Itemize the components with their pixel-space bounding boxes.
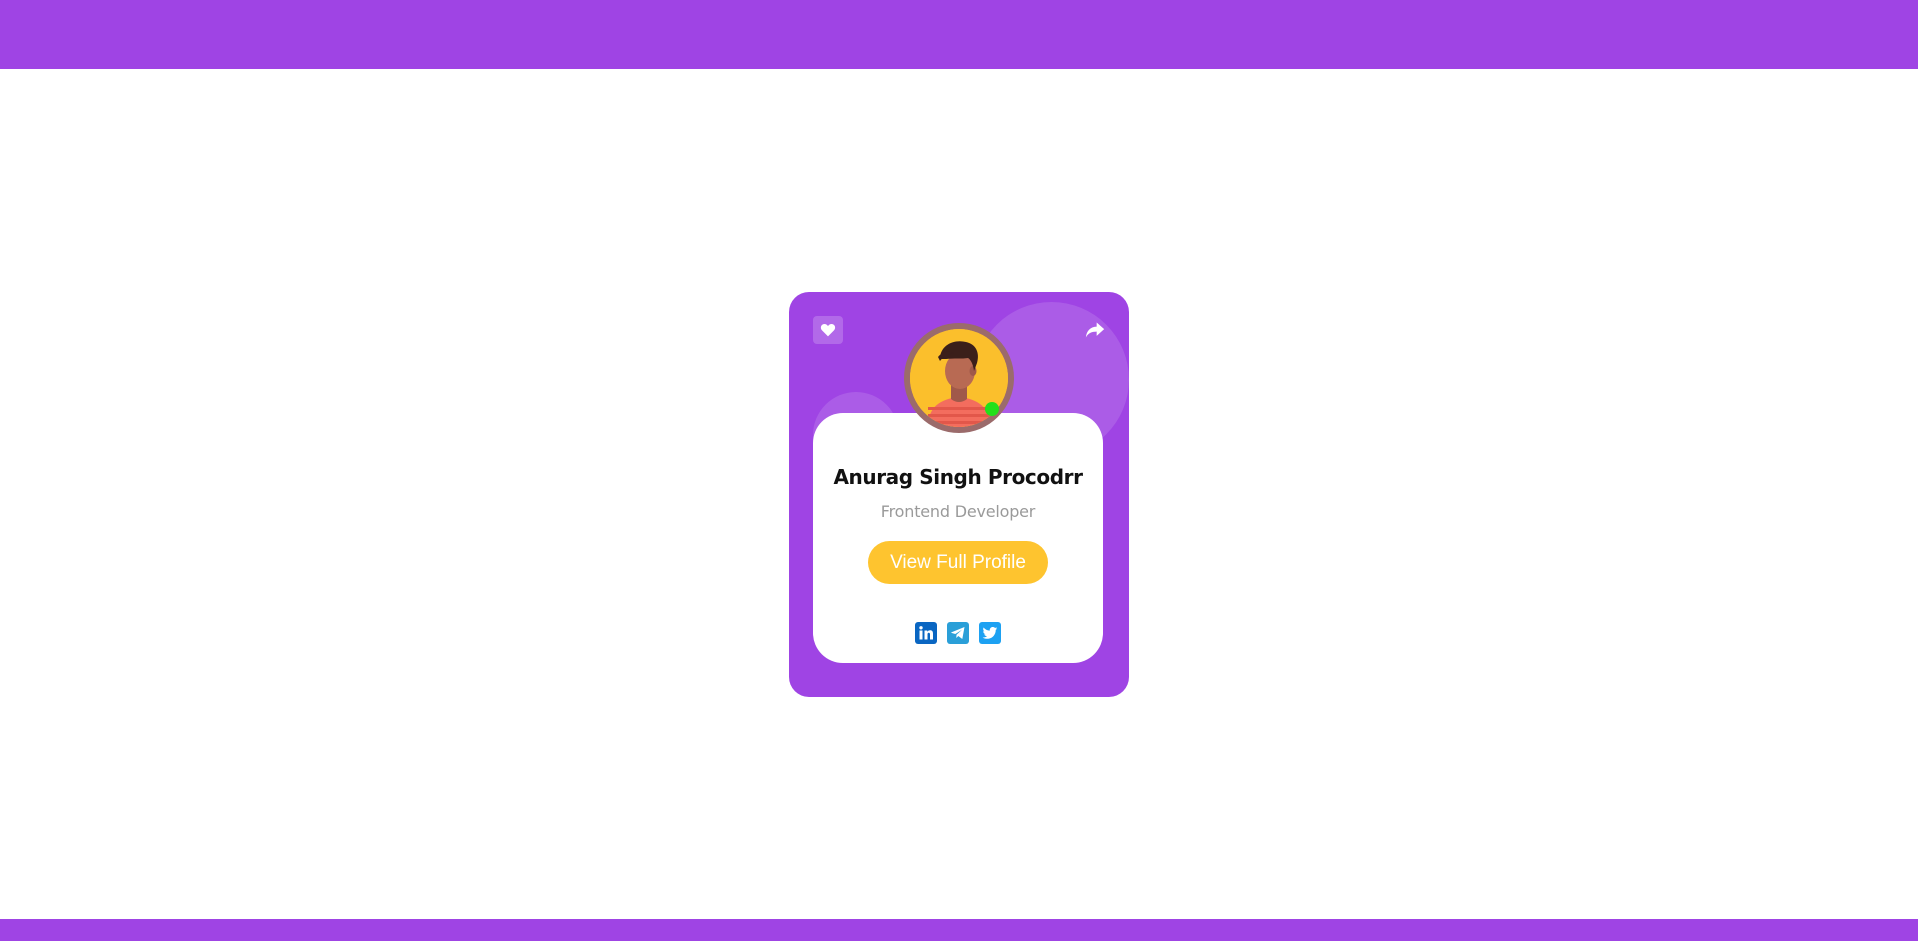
profile-details-panel: Anurag Singh Procodrr Frontend Developer… (813, 413, 1103, 663)
linkedin-icon (919, 626, 933, 640)
linkedin-link[interactable] (915, 622, 937, 644)
telegram-link[interactable] (947, 622, 969, 644)
profile-name: Anurag Singh Procodrr (833, 465, 1083, 489)
heart-icon (820, 323, 836, 337)
profile-role: Frontend Developer (880, 502, 1036, 521)
avatar[interactable] (904, 323, 1014, 433)
bottom-bar (0, 919, 1918, 941)
like-button[interactable] (813, 316, 843, 344)
share-button[interactable] (1081, 316, 1109, 344)
top-bar (0, 0, 1918, 69)
share-icon (1085, 322, 1105, 338)
online-status-indicator (985, 402, 999, 416)
social-links (813, 622, 1103, 644)
telegram-icon (951, 627, 965, 639)
twitter-link[interactable] (979, 622, 1001, 644)
view-full-profile-button[interactable]: View Full Profile (868, 541, 1048, 584)
profile-card: Anurag Singh Procodrr Frontend Developer… (789, 292, 1129, 697)
twitter-icon (982, 627, 998, 639)
